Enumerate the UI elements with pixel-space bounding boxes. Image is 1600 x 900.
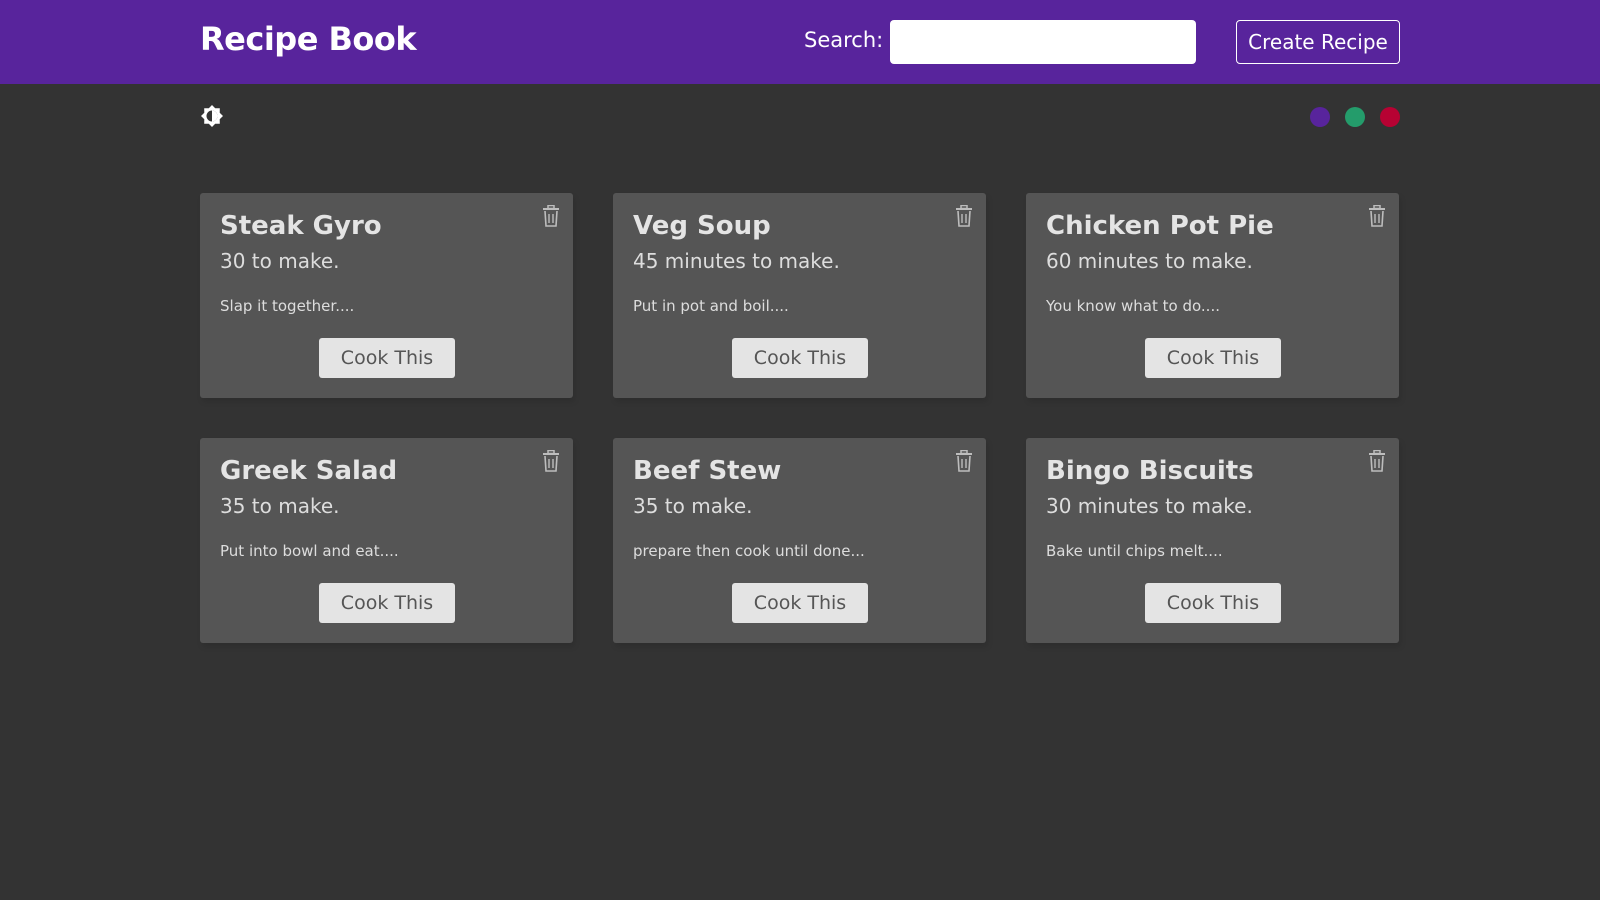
cook-this-button[interactable]: Cook This: [732, 338, 868, 378]
recipe-card: Greek Salad 35 to make. Put into bowl and …: [200, 438, 573, 643]
recipe-title: Veg Soup: [633, 211, 771, 241]
recipe-title: Chicken Pot Pie: [1046, 211, 1274, 241]
recipe-cooking-time: 35 to make.: [220, 494, 340, 518]
trash-icon[interactable]: [954, 449, 974, 472]
cook-this-button[interactable]: Cook This: [319, 583, 455, 623]
recipe-method-snippet: prepare then cook until done...: [633, 542, 865, 560]
theme-color-purple[interactable]: [1310, 107, 1330, 127]
recipe-card: Beef Stew 35 to make. prepare then cook un…: [613, 438, 986, 643]
recipe-cooking-time: 45 minutes to make.: [633, 249, 840, 273]
recipe-card: Veg Soup 45 minutes to make. Put in pot an…: [613, 193, 986, 398]
trash-icon[interactable]: [1367, 449, 1387, 472]
cook-this-button[interactable]: Cook This: [319, 338, 455, 378]
theme-color-green[interactable]: [1345, 107, 1365, 127]
recipe-cooking-time: 30 minutes to make.: [1046, 494, 1253, 518]
recipe-method-snippet: Slap it together....: [220, 297, 355, 315]
search-input[interactable]: [890, 20, 1196, 64]
cook-this-button[interactable]: Cook This: [1145, 338, 1281, 378]
trash-icon[interactable]: [541, 204, 561, 227]
recipe-card: Chicken Pot Pie 60 minutes to make. You kn…: [1026, 193, 1399, 398]
recipe-card: Bingo Biscuits 30 minutes to make. Bake un…: [1026, 438, 1399, 643]
cook-this-button[interactable]: Cook This: [732, 583, 868, 623]
recipe-method-snippet: You know what to do....: [1046, 297, 1220, 315]
recipe-cooking-time: 35 to make.: [633, 494, 753, 518]
cook-this-button[interactable]: Cook This: [1145, 583, 1281, 623]
recipe-method-snippet: Put into bowl and eat....: [220, 542, 399, 560]
theme-color-red[interactable]: [1380, 107, 1400, 127]
search-label: Search:: [804, 28, 884, 52]
recipe-method-snippet: Put in pot and boil....: [633, 297, 789, 315]
recipe-cooking-time: 30 to make.: [220, 249, 340, 273]
navbar: Recipe Book Search: Create Recipe: [0, 0, 1600, 84]
create-recipe-button[interactable]: Create Recipe: [1236, 20, 1400, 64]
trash-icon[interactable]: [1367, 204, 1387, 227]
recipe-method-snippet: Bake until chips melt....: [1046, 542, 1223, 560]
recipe-title: Bingo Biscuits: [1046, 456, 1254, 486]
brightness-contrast-icon[interactable]: [200, 104, 224, 128]
trash-icon[interactable]: [541, 449, 561, 472]
trash-icon[interactable]: [954, 204, 974, 227]
recipe-title: Greek Salad: [220, 456, 398, 486]
recipe-title: Steak Gyro: [220, 211, 382, 241]
recipe-title: Beef Stew: [633, 456, 782, 486]
recipe-cooking-time: 60 minutes to make.: [1046, 249, 1253, 273]
app-title[interactable]: Recipe Book: [200, 20, 417, 58]
recipe-card: Steak Gyro 30 to make. Slap it together...…: [200, 193, 573, 398]
